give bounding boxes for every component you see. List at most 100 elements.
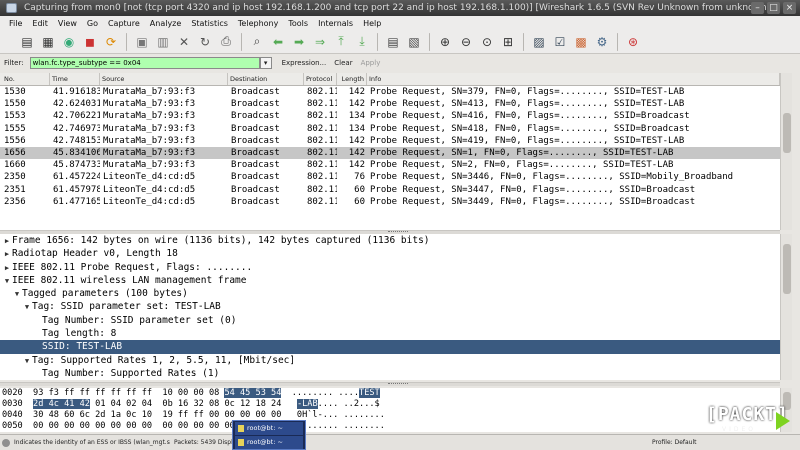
autoscroll-icon[interactable]: ▧ [405,33,423,51]
packet-info: Probe Request, SN=2, FN=0, Flags=.......… [370,160,674,171]
reload-icon[interactable]: ↻ [196,33,214,51]
tree-item[interactable]: Tag length: 8 [0,327,780,340]
tree-item[interactable]: Tag Number: Supported Rates (1) [0,367,780,380]
table-row[interactable]: 1550 42.624031 MurataMa_b7:93:f3 Broadcast 8… [0,98,780,110]
zoom-out-icon[interactable]: ⊖ [457,33,475,51]
restart-capture-icon[interactable]: ⟳ [102,33,120,51]
go-forward-icon[interactable]: ➡ [290,33,308,51]
table-row[interactable]: 1555 42.746973 MurataMa_b7:93:f3 Broadcast 8… [0,123,780,135]
preferences-icon[interactable]: ⚙ [593,33,611,51]
taskbar-item-terminal[interactable]: root@bt: ~ [235,422,303,435]
maximize-icon[interactable]: □ [767,2,780,14]
collapse-arrow-icon[interactable]: ▶ [2,248,12,261]
packet-details-scrollbar[interactable] [780,234,792,380]
menu-go[interactable]: Go [82,19,103,28]
table-row[interactable]: 1556 42.748153 MurataMa_b7:93:f3 Broadcast 8… [0,135,780,147]
go-back-icon[interactable]: ⬅ [269,33,287,51]
expression-button[interactable]: Expression... [282,59,327,67]
expand-arrow-icon[interactable]: ▼ [22,301,32,314]
open-file-icon[interactable]: ▣ [133,33,151,51]
packet-list-scrollbar[interactable] [780,73,792,230]
splitter-grip[interactable] [388,383,408,386]
column-header-destination[interactable]: Destination [228,73,304,85]
tree-item[interactable]: ▼ Tag: SSID parameter set: TEST-LAB [0,300,780,313]
table-row[interactable]: 1660 45.874733 MurataMa_b7:93:f3 Broadcast 8… [0,159,780,171]
menu-tools[interactable]: Tools [283,19,313,28]
table-row[interactable]: 2356 61.477165 LiteonTe_d4:cd:d5 Broadcast 8… [0,196,780,208]
tree-item[interactable]: ▶ Frame 1656: 142 bytes on wire (1136 bit… [0,234,780,247]
menu-file[interactable]: File [4,19,27,28]
go-first-icon[interactable]: ⤒ [332,33,350,51]
expand-arrow-icon[interactable]: ▼ [2,275,12,288]
hex-row[interactable]: 0040 30 48 60 6c 2d 1a 0c 10 19 ff ff 00… [0,410,780,421]
display-filter-input[interactable]: wlan.fc.type_subtype == 0x04 [29,57,260,69]
scrollbar-thumb[interactable] [783,113,791,153]
tree-item[interactable]: ▼ Tagged parameters (100 bytes) [0,287,780,300]
close-file-icon[interactable]: ✕ [175,33,193,51]
hex-text: 0030 [2,399,34,409]
tree-item-label: Tag: SSID parameter set: TEST-LAB [32,301,221,313]
table-row[interactable]: 1553 42.706221 MurataMa_b7:93:f3 Broadcast 8… [0,110,780,122]
scrollbar-thumb[interactable] [783,244,791,294]
collapse-arrow-icon[interactable]: ▶ [2,235,12,248]
column-header-info[interactable]: Info [367,73,780,85]
table-row[interactable]: 2351 61.457978 LiteonTe_d4:cd:d5 Broadcast 8… [0,184,780,196]
find-packet-icon[interactable]: ⌕ [248,33,266,51]
zoom-in-icon[interactable]: ⊕ [436,33,454,51]
capture-options-icon[interactable]: ▦ [39,33,57,51]
menu-capture[interactable]: Capture [103,19,145,28]
table-row[interactable]: 2350 61.457224 LiteonTe_d4:cd:d5 Broadcast 8… [0,171,780,183]
stop-capture-icon[interactable]: ◼ [81,33,99,51]
go-to-packet-icon[interactable]: ⇒ [311,33,329,51]
tree-item[interactable]: ▼ IEEE 802.11 wireless LAN management fra… [0,274,780,287]
menu-edit[interactable]: Edit [27,19,53,28]
table-row[interactable]: 1530 41.916183 MurataMa_b7:93:f3 Broadcast 8… [0,86,780,98]
column-header-time[interactable]: Time [50,73,100,85]
expand-arrow-icon[interactable]: ▼ [22,355,32,368]
display-filters-icon[interactable]: ☑ [551,33,569,51]
clear-button[interactable]: Clear [334,59,352,67]
menu-view[interactable]: View [53,19,82,28]
go-last-icon[interactable]: ⤓ [353,33,371,51]
taskbar-item-terminal[interactable]: root@bt: ~ [235,436,303,449]
coloring-rules-icon[interactable]: ▩ [572,33,590,51]
menu-telephony[interactable]: Telephony [233,19,283,28]
collapse-arrow-icon[interactable]: ▶ [2,262,12,275]
minimize-icon[interactable]: – [751,2,764,14]
column-header-protocol[interactable]: Protocol [304,73,337,85]
column-header-length[interactable]: Length [337,73,367,85]
tree-item[interactable]: ▶ IEEE 802.11 Probe Request, Flags: .....… [0,261,780,274]
start-capture-icon[interactable]: ◉ [60,33,78,51]
menu-internals[interactable]: Internals [313,19,358,28]
tree-item[interactable]: Tag Number: SSID parameter set (0) [0,314,780,327]
resize-columns-icon[interactable]: ⊞ [499,33,517,51]
tree-item[interactable]: ▶ Radiotap Header v0, Length 18 [0,247,780,260]
column-header-no[interactable]: No. [0,73,50,85]
menu-help[interactable]: Help [358,19,386,28]
tree-item[interactable]: ▼ Tag: Supported Rates 1, 2, 5.5, 11, [Mb… [0,354,780,367]
hex-row[interactable]: 0030 2d 4c 41 42 01 04 02 04 0b 16 32 08… [0,399,780,410]
packet-info: Probe Request, SN=419, FN=0, Flags=.....… [370,135,685,146]
help-icon[interactable]: ⊛ [624,33,642,51]
tree-item[interactable]: SSID: TEST-LAB [0,340,780,354]
hex-row[interactable]: 0050 00 00 00 00 00 00 00 00 00 00 00 00… [0,421,780,432]
print-icon[interactable]: ⎙ [217,33,235,51]
colorize-icon[interactable]: ▤ [384,33,402,51]
packet-list-header: No. Time Source Destination Protocol Len… [0,73,780,86]
table-row[interactable]: 1656 45.834106 MurataMa_b7:93:f3 Broadcast 8… [0,146,780,160]
chevron-down-icon[interactable]: ▾ [259,57,272,69]
apply-button[interactable]: Apply [361,59,381,67]
expert-info-icon[interactable] [2,438,10,447]
normal-size-icon[interactable]: ⊙ [478,33,496,51]
interface-list-icon[interactable]: ▤ [18,33,36,51]
capture-filters-icon[interactable]: ▨ [530,33,548,51]
hex-row[interactable]: 0020 93 f3 ff ff ff ff ff ff 10 00 00 08… [0,388,780,399]
expand-arrow-icon[interactable]: ▼ [12,288,22,301]
menu-statistics[interactable]: Statistics [186,19,233,28]
menu-analyze[interactable]: Analyze [145,19,187,28]
column-header-source[interactable]: Source [100,73,228,85]
pane-splitter[interactable] [0,382,780,386]
save-file-icon[interactable]: ▥ [154,33,172,51]
packet-length: 76 [354,172,365,183]
close-icon[interactable]: × [783,2,796,14]
